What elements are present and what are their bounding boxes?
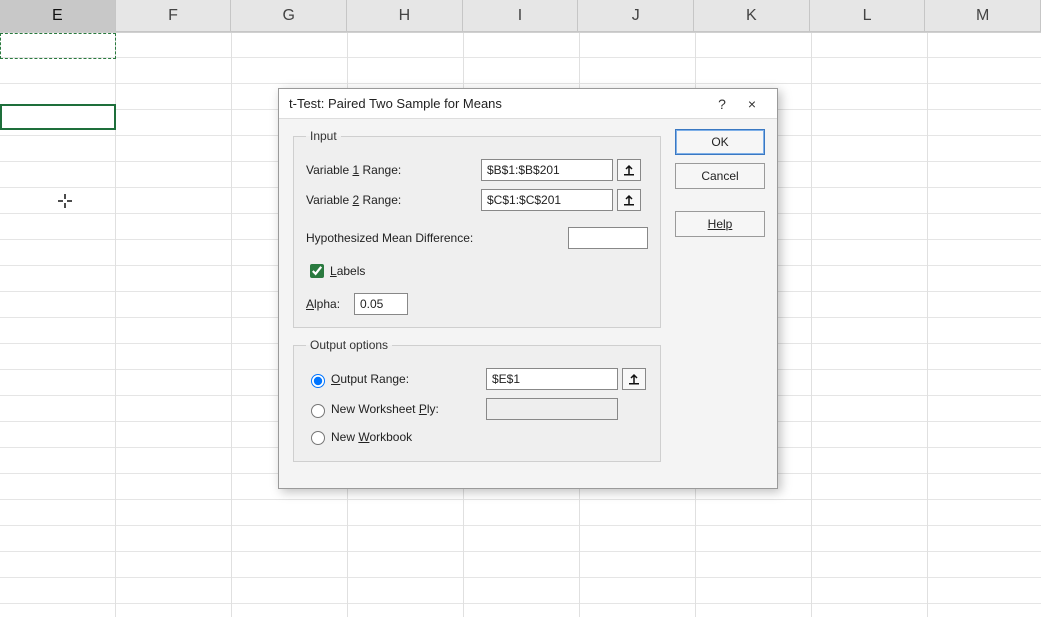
var2-range-input[interactable] (481, 189, 613, 211)
output-legend: Output options (306, 338, 392, 352)
input-legend: Input (306, 129, 341, 143)
col-header-H[interactable]: H (347, 0, 463, 32)
labels-checkbox[interactable] (310, 264, 324, 278)
output-group: Output options Output Range: (293, 338, 661, 462)
var1-refedit-button[interactable] (617, 159, 641, 181)
dialog-close-button[interactable]: × (737, 92, 767, 116)
refedit-arrow-icon (623, 164, 635, 176)
var2-refedit-button[interactable] (617, 189, 641, 211)
help-button[interactable]: Help (675, 211, 765, 237)
var2-label: Variable 2 Range: (306, 193, 481, 207)
marquee-selection (0, 33, 116, 59)
output-range-label: Output Range: (331, 372, 486, 386)
labels-label: Labels (330, 264, 365, 278)
input-group: Input Variable 1 Range: V (293, 129, 661, 328)
refedit-arrow-icon (628, 373, 640, 385)
col-header-G[interactable]: G (231, 0, 347, 32)
hypo-label: Hypothesized Mean Difference: (306, 231, 536, 245)
new-worksheet-radio[interactable] (311, 404, 325, 418)
dialog-titlebar[interactable]: t-Test: Paired Two Sample for Means ? × (279, 89, 777, 119)
dialog-title: t-Test: Paired Two Sample for Means (289, 96, 707, 111)
cancel-button[interactable]: Cancel (675, 163, 765, 189)
hypo-diff-input[interactable] (568, 227, 648, 249)
alpha-label: Alpha: (306, 297, 354, 311)
active-cell[interactable] (0, 104, 116, 130)
col-header-J[interactable]: J (578, 0, 694, 32)
output-range-radio[interactable] (311, 374, 325, 388)
new-workbook-radio[interactable] (311, 431, 325, 445)
col-header-M[interactable]: M (925, 0, 1041, 32)
new-workbook-label: New Workbook (331, 430, 412, 444)
output-refedit-button[interactable] (622, 368, 646, 390)
col-header-I[interactable]: I (463, 0, 579, 32)
ok-button[interactable]: OK (675, 129, 765, 155)
new-worksheet-input (486, 398, 618, 420)
col-header-E[interactable]: E (0, 0, 116, 32)
output-range-input[interactable] (486, 368, 618, 390)
ttest-dialog: t-Test: Paired Two Sample for Means ? × … (278, 88, 778, 489)
var1-range-input[interactable] (481, 159, 613, 181)
col-header-L[interactable]: L (810, 0, 926, 32)
col-header-K[interactable]: K (694, 0, 810, 32)
dialog-help-button[interactable]: ? (707, 92, 737, 116)
new-worksheet-label: New Worksheet Ply: (331, 402, 486, 416)
column-header-row: E F G H I J K L M (0, 0, 1041, 32)
col-header-F[interactable]: F (116, 0, 232, 32)
var1-label: Variable 1 Range: (306, 163, 481, 177)
refedit-arrow-icon (623, 194, 635, 206)
alpha-input[interactable] (354, 293, 408, 315)
